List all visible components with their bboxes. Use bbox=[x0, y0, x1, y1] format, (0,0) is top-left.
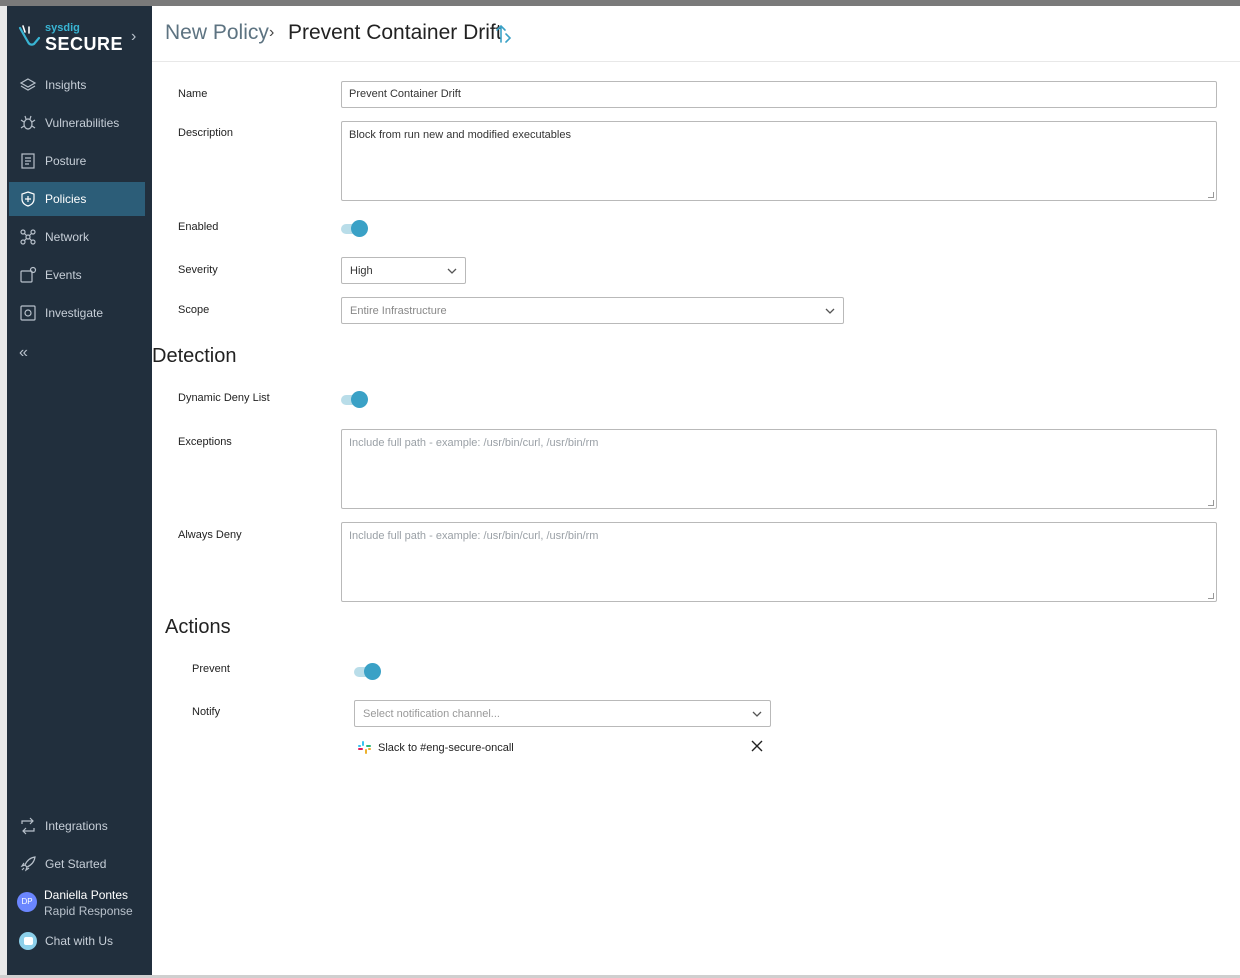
resize-grip-icon[interactable] bbox=[1208, 192, 1214, 198]
background-window-edge bbox=[0, 6, 7, 978]
investigate-icon bbox=[20, 305, 36, 321]
sidebar-item-label: Get Started bbox=[45, 857, 107, 871]
sidebar-item-vulnerabilities[interactable]: Vulnerabilities bbox=[9, 106, 145, 140]
chevron-down-icon bbox=[447, 268, 457, 274]
chevron-right-icon[interactable]: › bbox=[131, 28, 136, 46]
toggle-knob bbox=[364, 663, 381, 680]
chat-icon bbox=[19, 932, 37, 950]
shield-icon bbox=[21, 191, 35, 207]
resize-grip-icon[interactable] bbox=[1208, 593, 1214, 599]
description-label: Description bbox=[178, 127, 234, 139]
rocket-icon bbox=[20, 856, 36, 872]
layers-icon bbox=[19, 78, 37, 91]
upgrade-arrow-icon[interactable] bbox=[495, 22, 513, 44]
user-name: Daniella Pontes bbox=[44, 888, 129, 902]
name-label: Name bbox=[178, 88, 208, 100]
detection-section-title: Detection bbox=[152, 345, 237, 367]
user-profile[interactable]: DP Daniella Pontes Rapid Response bbox=[17, 886, 152, 920]
network-icon bbox=[20, 229, 36, 245]
exceptions-placeholder: Include full path - example: /usr/bin/cu… bbox=[349, 437, 599, 449]
always-deny-placeholder: Include full path - example: /usr/bin/cu… bbox=[349, 530, 599, 542]
notification-channel-select[interactable]: Select notification channel... bbox=[354, 700, 771, 727]
sidebar-item-label: Policies bbox=[45, 192, 87, 206]
severity-label: Severity bbox=[178, 264, 218, 276]
sidebar-item-label: Posture bbox=[45, 154, 87, 168]
sidebar-item-investigate[interactable]: Investigate bbox=[9, 296, 145, 330]
events-icon bbox=[20, 266, 37, 283]
sidebar-item-network[interactable]: Network bbox=[9, 220, 145, 254]
exceptions-label: Exceptions bbox=[178, 436, 232, 448]
sidebar-item-label: Vulnerabilities bbox=[45, 116, 120, 130]
dynamic-deny-list-toggle[interactable] bbox=[341, 391, 369, 409]
actions-section-title: Actions bbox=[165, 616, 231, 638]
prevent-toggle[interactable] bbox=[354, 663, 382, 681]
main-content: New Policy › Prevent Container Drift Nam… bbox=[152, 6, 1240, 975]
breadcrumb-parent[interactable]: New Policy bbox=[165, 21, 269, 45]
sidebar-item-get-started[interactable]: Get Started bbox=[9, 847, 145, 881]
integrations-icon bbox=[21, 817, 35, 835]
sidebar-item-events[interactable]: Events bbox=[9, 258, 145, 292]
sidebar-item-posture[interactable]: Posture bbox=[9, 144, 145, 178]
bug-icon bbox=[20, 115, 36, 130]
notification-channel-item: Slack to #eng-secure-oncall bbox=[358, 741, 514, 754]
brand-small-text: sysdig bbox=[45, 22, 80, 34]
breadcrumb-separator: › bbox=[269, 24, 275, 41]
exceptions-field[interactable]: Include full path - example: /usr/bin/cu… bbox=[341, 429, 1217, 509]
enabled-label: Enabled bbox=[178, 221, 219, 233]
toggle-knob bbox=[351, 220, 368, 237]
notify-label: Notify bbox=[192, 706, 221, 718]
sidebar-item-insights[interactable]: Insights bbox=[9, 68, 145, 102]
toggle-knob bbox=[351, 391, 368, 408]
always-deny-label: Always Deny bbox=[178, 529, 242, 541]
sidebar-item-policies[interactable]: Policies bbox=[9, 182, 145, 216]
dynamic-deny-list-label: Dynamic Deny List bbox=[178, 392, 270, 404]
scope-value: Entire Infrastructure bbox=[350, 305, 447, 317]
checklist-icon bbox=[21, 153, 35, 169]
scope-label: Scope bbox=[178, 304, 210, 316]
chat-label: Chat with Us bbox=[45, 934, 114, 948]
sysdig-logo-icon bbox=[18, 25, 41, 46]
sidebar-item-label: Insights bbox=[45, 78, 87, 92]
sidebar-item-label: Network bbox=[45, 230, 90, 244]
sidebar-item-label: Investigate bbox=[45, 306, 104, 320]
avatar: DP bbox=[17, 892, 37, 912]
sidebar-item-label: Integrations bbox=[45, 819, 108, 833]
enabled-toggle[interactable] bbox=[341, 220, 369, 238]
chevron-down-icon bbox=[825, 308, 835, 314]
sidebar: sysdig SECURE › Insights Vulnerabilities… bbox=[7, 6, 152, 975]
name-field[interactable]: Prevent Container Drift bbox=[341, 81, 1217, 108]
notify-placeholder: Select notification channel... bbox=[363, 708, 500, 720]
description-value: Block from run new and modified executab… bbox=[349, 129, 571, 141]
channel-name: Slack to #eng-secure-oncall bbox=[378, 741, 514, 754]
brand-logo[interactable]: sysdig SECURE › bbox=[17, 20, 147, 60]
sidebar-item-integrations[interactable]: Integrations bbox=[9, 809, 145, 843]
severity-value: High bbox=[350, 265, 373, 277]
resize-grip-icon[interactable] bbox=[1208, 500, 1214, 506]
slack-icon bbox=[358, 741, 371, 754]
prevent-label: Prevent bbox=[192, 663, 230, 675]
description-field[interactable]: Block from run new and modified executab… bbox=[341, 121, 1217, 201]
severity-select[interactable]: High bbox=[341, 257, 466, 284]
always-deny-field[interactable]: Include full path - example: /usr/bin/cu… bbox=[341, 522, 1217, 602]
chevron-down-icon bbox=[752, 711, 762, 717]
chat-with-us-button[interactable]: Chat with Us bbox=[9, 924, 145, 958]
user-role: Rapid Response bbox=[44, 904, 133, 918]
collapse-sidebar-icon[interactable]: « bbox=[19, 344, 28, 362]
sidebar-item-label: Events bbox=[45, 268, 82, 282]
scope-select[interactable]: Entire Infrastructure bbox=[341, 297, 844, 324]
page-title: Prevent Container Drift bbox=[288, 21, 502, 44]
page-header: New Policy › Prevent Container Drift bbox=[152, 6, 1240, 62]
close-icon[interactable] bbox=[750, 739, 764, 753]
brand-product-text: SECURE bbox=[45, 34, 124, 54]
